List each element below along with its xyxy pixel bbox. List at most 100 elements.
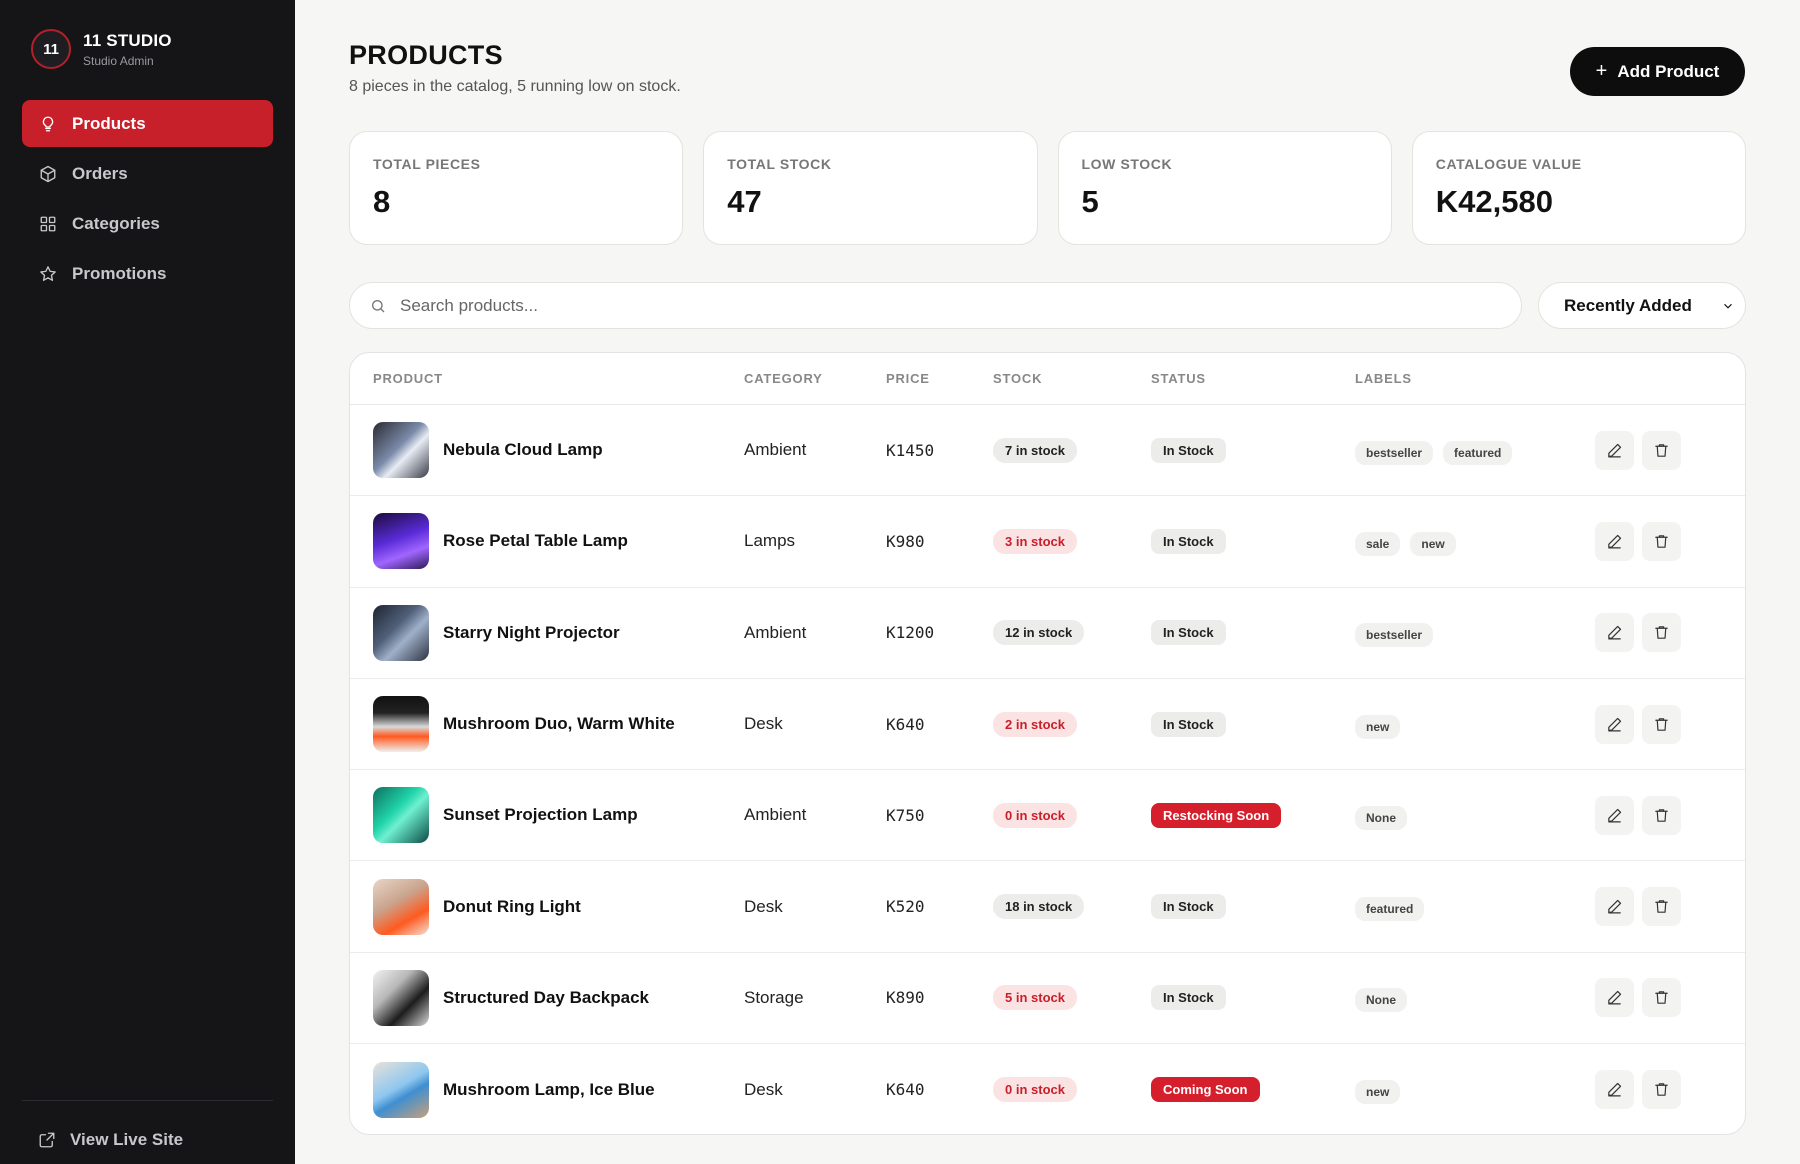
trash-icon — [1655, 900, 1668, 913]
product-category: Ambient — [744, 805, 807, 825]
trash-icon — [1655, 991, 1668, 1005]
sidebar-item-promotions[interactable]: Promotions — [22, 250, 273, 297]
view-live-site-label: View Live Site — [70, 1130, 184, 1149]
label-tag: None — [1355, 805, 1407, 830]
delete-button[interactable] — [1642, 704, 1681, 744]
stat-value: 8 — [373, 184, 391, 219]
product-name: Donut Ring Light — [443, 896, 581, 916]
external-link-icon — [39, 1132, 55, 1148]
label-tag: featured — [1355, 897, 1425, 922]
status-badge: In Stock — [1151, 894, 1226, 920]
edit-button[interactable] — [1595, 978, 1634, 1018]
edit-button[interactable] — [1595, 704, 1634, 744]
trash-icon — [1655, 443, 1668, 457]
search-icon — [372, 299, 385, 312]
column-header-category[interactable]: CATEGORY — [744, 371, 886, 386]
chevron-down-icon — [1721, 298, 1735, 312]
column-header-product[interactable]: PRODUCT — [350, 371, 744, 386]
star-icon — [38, 264, 58, 284]
label-tag: sale — [1355, 531, 1401, 556]
product-name: Structured Day Backpack — [443, 987, 649, 1007]
product-category: Desk — [744, 896, 783, 916]
label-tag: new — [1355, 1080, 1401, 1105]
delete-button[interactable] — [1642, 887, 1681, 927]
delete-button[interactable] — [1642, 1070, 1681, 1110]
pencil-icon — [1608, 717, 1622, 732]
edit-button[interactable] — [1595, 887, 1634, 927]
delete-button[interactable] — [1642, 430, 1681, 470]
column-header-price[interactable]: PRICE — [886, 371, 993, 386]
pencil-icon — [1608, 626, 1622, 640]
product-name: Starry Night Projector — [443, 622, 620, 642]
label-tag: new — [1355, 714, 1401, 739]
column-header-labels[interactable]: LABELS — [1355, 371, 1595, 386]
product-thumbnail — [373, 969, 429, 1026]
stock-badge: 5 in stock — [993, 985, 1077, 1011]
table-row[interactable]: Nebula Cloud Lamp Ambient K1450 7 in sto… — [350, 405, 1745, 497]
table-row[interactable]: Mushroom Lamp, Ice Blue Desk K640 0 in s… — [350, 1044, 1745, 1134]
view-live-site-link[interactable]: View Live Site — [38, 1130, 183, 1150]
delete-button[interactable] — [1642, 521, 1681, 561]
product-category: Ambient — [744, 622, 807, 642]
sort-select[interactable]: Recently Added — [1538, 282, 1746, 329]
edit-button[interactable] — [1595, 795, 1634, 835]
edit-button[interactable] — [1595, 613, 1634, 653]
delete-button[interactable] — [1642, 795, 1681, 835]
label-tag: featured — [1443, 440, 1513, 465]
product-name: Mushroom Lamp, Ice Blue — [443, 1079, 655, 1099]
labels-list: bestseller featured — [1355, 436, 1595, 465]
delete-button[interactable] — [1642, 613, 1681, 653]
label-tag: bestseller — [1355, 440, 1434, 465]
status-badge: In Stock — [1151, 985, 1226, 1011]
brand-subtitle: Studio Admin — [83, 53, 154, 68]
edit-button[interactable] — [1595, 521, 1634, 561]
product-price: K640 — [886, 714, 925, 734]
product-price: K980 — [886, 531, 925, 551]
stock-badge: 7 in stock — [993, 437, 1077, 463]
sidebar-item-label: Promotions — [72, 263, 167, 283]
table-row[interactable]: Structured Day Backpack Storage K890 5 i… — [350, 953, 1745, 1045]
stat-card-total-pieces: TOTAL PIECES 8 — [349, 131, 684, 245]
sidebar-divider — [22, 1100, 273, 1101]
product-thumbnail — [373, 422, 429, 479]
add-product-label: Add Product — [1617, 61, 1720, 81]
stat-card-catalogue-value: CATALOGUE VALUE K42,580 — [1411, 131, 1746, 245]
labels-list: sale new — [1355, 527, 1595, 556]
sidebar-item-orders[interactable]: Orders — [22, 150, 273, 197]
product-category: Desk — [744, 1079, 783, 1099]
edit-button[interactable] — [1595, 430, 1634, 470]
labels-list: featured — [1355, 892, 1595, 922]
edit-button[interactable] — [1595, 1070, 1634, 1110]
search-input[interactable] — [400, 295, 1500, 316]
label-tag: bestseller — [1355, 623, 1434, 648]
status-badge: In Stock — [1151, 711, 1226, 737]
stat-value: 5 — [1081, 184, 1099, 219]
table-row[interactable]: Sunset Projection Lamp Ambient K750 0 in… — [350, 770, 1745, 862]
table-row[interactable]: Rose Petal Table Lamp Lamps K980 3 in st… — [350, 496, 1745, 588]
column-header-status[interactable]: STATUS — [1151, 371, 1355, 386]
brand[interactable]: 11 11 STUDIO Studio Admin — [31, 29, 172, 69]
add-product-button[interactable]: + Add Product — [1570, 47, 1745, 96]
label-tag: None — [1355, 988, 1407, 1013]
labels-list: new — [1355, 710, 1595, 739]
stat-card-total-stock: TOTAL STOCK 47 — [703, 131, 1038, 245]
table-row[interactable]: Starry Night Projector Ambient K1200 12 … — [350, 588, 1745, 679]
sidebar-nav: Products Orders Categories Promotions — [22, 100, 273, 300]
stat-card-low-stock: LOW STOCK 5 — [1057, 131, 1392, 245]
product-price: K640 — [886, 1080, 925, 1100]
delete-button[interactable] — [1642, 978, 1681, 1018]
table-row[interactable]: Mushroom Duo, Warm White Desk K640 2 in … — [350, 679, 1745, 771]
product-category: Lamps — [744, 531, 796, 551]
stat-value: 47 — [727, 184, 762, 219]
stat-label: LOW STOCK — [1081, 156, 1173, 172]
column-header-stock[interactable]: STOCK — [993, 371, 1151, 386]
table-row[interactable]: Donut Ring Light Desk K520 18 in stock I… — [350, 861, 1745, 953]
pencil-icon — [1608, 1083, 1622, 1097]
stock-badge: 18 in stock — [993, 894, 1085, 920]
sidebar-item-products[interactable]: Products — [22, 100, 273, 147]
product-category: Ambient — [744, 440, 807, 460]
table-body: Nebula Cloud Lamp Ambient K1450 7 in sto… — [350, 405, 1745, 1134]
sidebar-item-categories[interactable]: Categories — [22, 200, 273, 247]
stats-row: TOTAL PIECES 8 TOTAL STOCK 47 LOW STOCK … — [349, 131, 1746, 245]
pencil-icon — [1608, 443, 1622, 458]
